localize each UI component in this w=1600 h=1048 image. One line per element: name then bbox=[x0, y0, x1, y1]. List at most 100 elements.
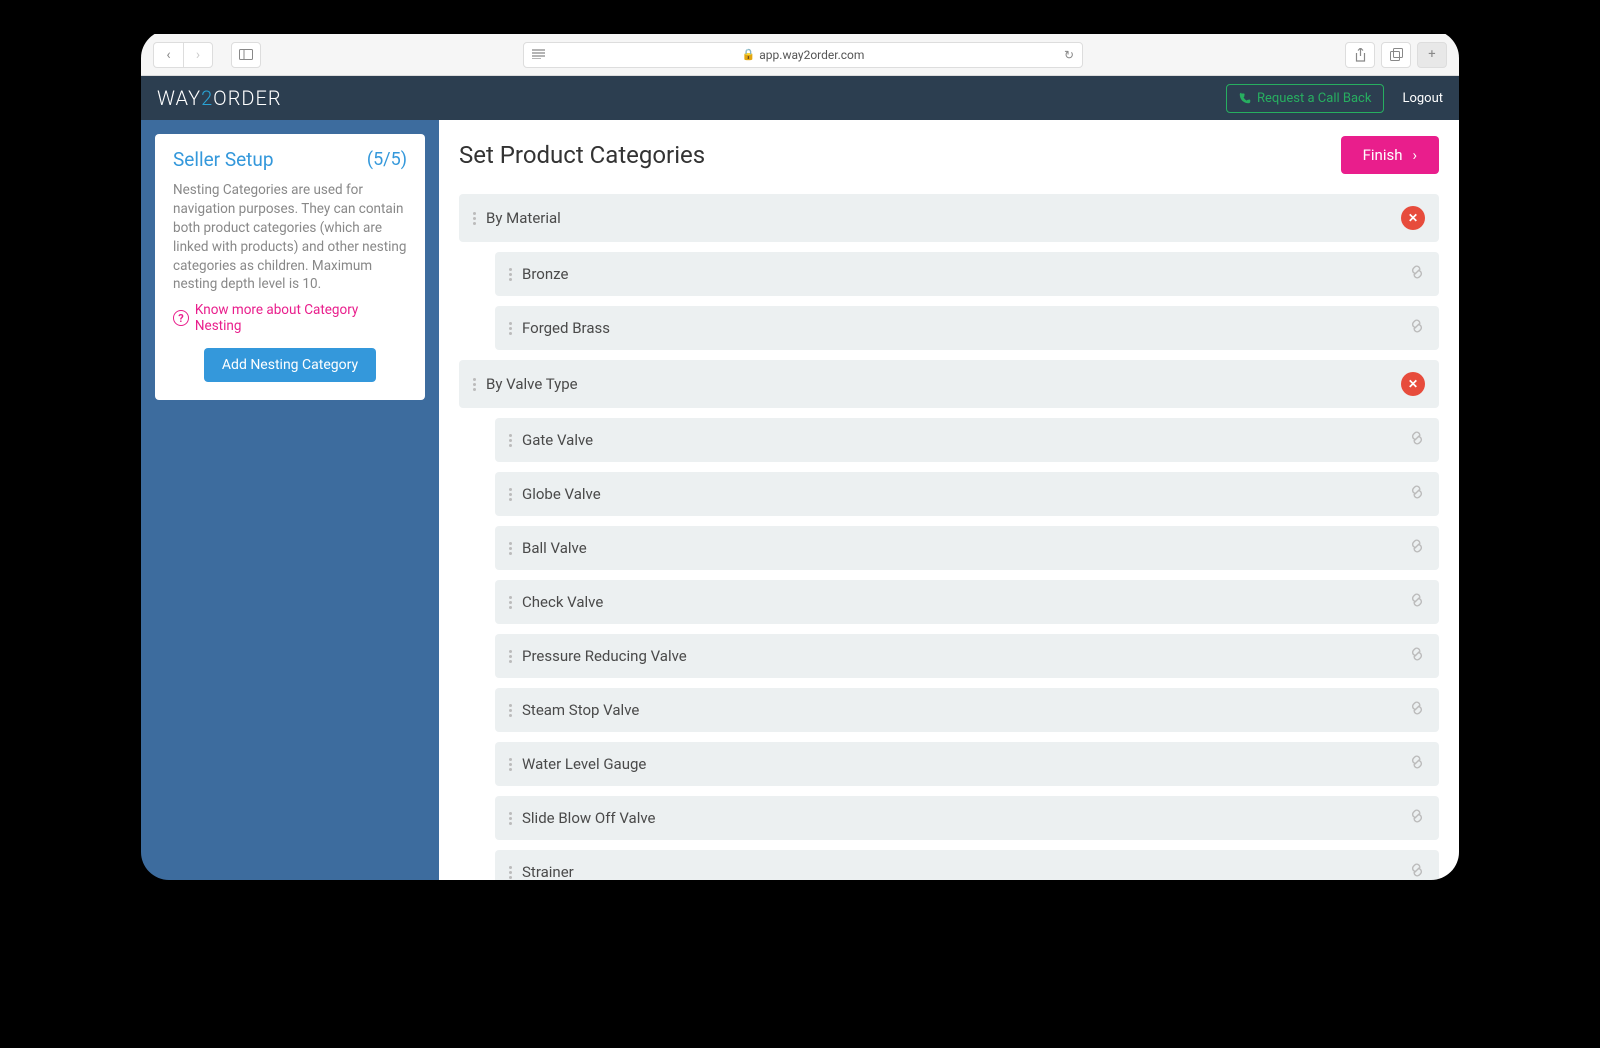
finish-label: Finish bbox=[1363, 146, 1403, 164]
category-label: Steam Stop Valve bbox=[522, 701, 1399, 719]
address-bar-container: 🔒 app.way2order.com ↻ bbox=[275, 42, 1331, 68]
category-label: By Material bbox=[486, 209, 1391, 227]
category-label: By Valve Type bbox=[486, 375, 1391, 393]
drag-handle-icon[interactable] bbox=[509, 488, 512, 501]
category-row[interactable]: Forged Brass bbox=[495, 306, 1439, 350]
drag-handle-icon[interactable] bbox=[509, 650, 512, 663]
link-icon[interactable] bbox=[1409, 862, 1425, 880]
category-row[interactable]: By Valve Type ✕ bbox=[459, 360, 1439, 408]
drag-handle-icon[interactable] bbox=[509, 596, 512, 609]
browser-chrome: ‹ › 🔒 app.way2order.com ↻ + bbox=[141, 34, 1459, 76]
close-icon: ✕ bbox=[1408, 377, 1418, 391]
forward-button[interactable]: › bbox=[183, 42, 213, 68]
setup-step: (5/5) bbox=[367, 149, 407, 170]
app-header: WAY2ORDER Request a Call Back Logout bbox=[141, 76, 1459, 120]
logo-prefix: WAY bbox=[157, 86, 201, 110]
drag-handle-icon[interactable] bbox=[509, 758, 512, 771]
lock-icon: 🔒 bbox=[742, 48, 756, 61]
link-icon[interactable] bbox=[1409, 318, 1425, 338]
app-content: WAY2ORDER Request a Call Back Logout Sel… bbox=[141, 76, 1459, 880]
reader-icon[interactable] bbox=[532, 48, 545, 62]
refresh-icon[interactable]: ↻ bbox=[1064, 48, 1074, 62]
category-label: Globe Valve bbox=[522, 485, 1399, 503]
logo[interactable]: WAY2ORDER bbox=[157, 86, 282, 110]
tabs-button[interactable] bbox=[1381, 42, 1411, 68]
share-icon bbox=[1355, 48, 1366, 62]
category-row[interactable]: Strainer bbox=[495, 850, 1439, 880]
left-panel: Seller Setup (5/5) Nesting Categories ar… bbox=[141, 120, 439, 880]
add-nesting-button[interactable]: Add Nesting Category bbox=[204, 348, 376, 382]
header-right: Request a Call Back Logout bbox=[1226, 84, 1443, 113]
link-icon[interactable] bbox=[1409, 808, 1425, 828]
category-row[interactable]: Pressure Reducing Valve bbox=[495, 634, 1439, 678]
link-icon[interactable] bbox=[1409, 430, 1425, 450]
category-label: Bronze bbox=[522, 265, 1399, 283]
question-icon: ? bbox=[173, 310, 189, 326]
back-button[interactable]: ‹ bbox=[153, 42, 183, 68]
phone-icon bbox=[1239, 92, 1251, 104]
drag-handle-icon[interactable] bbox=[509, 322, 512, 335]
address-bar[interactable]: 🔒 app.way2order.com ↻ bbox=[523, 42, 1083, 68]
main-panel: Set Product Categories Finish › By Mater… bbox=[439, 120, 1459, 880]
tabs-icon bbox=[1390, 48, 1403, 61]
category-row[interactable]: Bronze bbox=[495, 252, 1439, 296]
setup-card: Seller Setup (5/5) Nesting Categories ar… bbox=[155, 134, 425, 400]
page-title: Set Product Categories bbox=[459, 141, 705, 169]
logout-link[interactable]: Logout bbox=[1402, 91, 1443, 106]
callback-label: Request a Call Back bbox=[1257, 91, 1371, 106]
new-tab-button[interactable]: + bbox=[1417, 42, 1447, 68]
panel-icon bbox=[239, 49, 253, 60]
category-label: Gate Valve bbox=[522, 431, 1399, 449]
finish-button[interactable]: Finish › bbox=[1341, 136, 1439, 174]
category-label: Ball Valve bbox=[522, 539, 1399, 557]
category-label: Forged Brass bbox=[522, 319, 1399, 337]
link-icon[interactable] bbox=[1409, 264, 1425, 284]
category-label: Strainer bbox=[522, 863, 1399, 880]
setup-head: Seller Setup (5/5) bbox=[173, 148, 407, 171]
drag-handle-icon[interactable] bbox=[509, 812, 512, 825]
setup-description: Nesting Categories are used for navigati… bbox=[173, 181, 407, 294]
sidebar-toggle-button[interactable] bbox=[231, 42, 261, 68]
logo-suffix: ORDER bbox=[213, 86, 281, 110]
link-icon[interactable] bbox=[1409, 646, 1425, 666]
know-more-label: Know more about Category Nesting bbox=[195, 302, 407, 334]
drag-handle-icon[interactable] bbox=[509, 542, 512, 555]
link-icon[interactable] bbox=[1409, 754, 1425, 774]
category-row[interactable]: Globe Valve bbox=[495, 472, 1439, 516]
category-row[interactable]: By Material ✕ bbox=[459, 194, 1439, 242]
category-row[interactable]: Slide Blow Off Valve bbox=[495, 796, 1439, 840]
logo-two: 2 bbox=[201, 86, 213, 110]
share-button[interactable] bbox=[1345, 42, 1375, 68]
category-row[interactable]: Water Level Gauge bbox=[495, 742, 1439, 786]
link-icon[interactable] bbox=[1409, 484, 1425, 504]
category-row[interactable]: Gate Valve bbox=[495, 418, 1439, 462]
close-icon: ✕ bbox=[1408, 211, 1418, 225]
device-frame: ‹ › 🔒 app.way2order.com ↻ + bbox=[141, 30, 1459, 880]
url-text: app.way2order.com bbox=[759, 48, 864, 62]
drag-handle-icon[interactable] bbox=[473, 212, 476, 225]
drag-handle-icon[interactable] bbox=[509, 704, 512, 717]
drag-handle-icon[interactable] bbox=[509, 268, 512, 281]
drag-handle-icon[interactable] bbox=[473, 378, 476, 391]
chevron-right-icon: › bbox=[1412, 146, 1417, 164]
category-label: Pressure Reducing Valve bbox=[522, 647, 1399, 665]
drag-handle-icon[interactable] bbox=[509, 866, 512, 879]
category-row[interactable]: Check Valve bbox=[495, 580, 1439, 624]
know-more-link[interactable]: ? Know more about Category Nesting bbox=[173, 302, 407, 334]
category-label: Slide Blow Off Valve bbox=[522, 809, 1399, 827]
category-row[interactable]: Ball Valve bbox=[495, 526, 1439, 570]
request-callback-button[interactable]: Request a Call Back bbox=[1226, 84, 1384, 113]
drag-handle-icon[interactable] bbox=[509, 434, 512, 447]
delete-button[interactable]: ✕ bbox=[1401, 206, 1425, 230]
link-icon[interactable] bbox=[1409, 592, 1425, 612]
link-icon[interactable] bbox=[1409, 538, 1425, 558]
category-list: By Material ✕ Bronze Forged Brass By Valve T… bbox=[459, 194, 1439, 880]
main-head: Set Product Categories Finish › bbox=[459, 136, 1439, 174]
category-label: Check Valve bbox=[522, 593, 1399, 611]
category-row[interactable]: Steam Stop Valve bbox=[495, 688, 1439, 732]
nav-buttons: ‹ › bbox=[153, 42, 213, 68]
chrome-right-buttons: + bbox=[1345, 42, 1447, 68]
link-icon[interactable] bbox=[1409, 700, 1425, 720]
delete-button[interactable]: ✕ bbox=[1401, 372, 1425, 396]
app-body: Seller Setup (5/5) Nesting Categories ar… bbox=[141, 120, 1459, 880]
